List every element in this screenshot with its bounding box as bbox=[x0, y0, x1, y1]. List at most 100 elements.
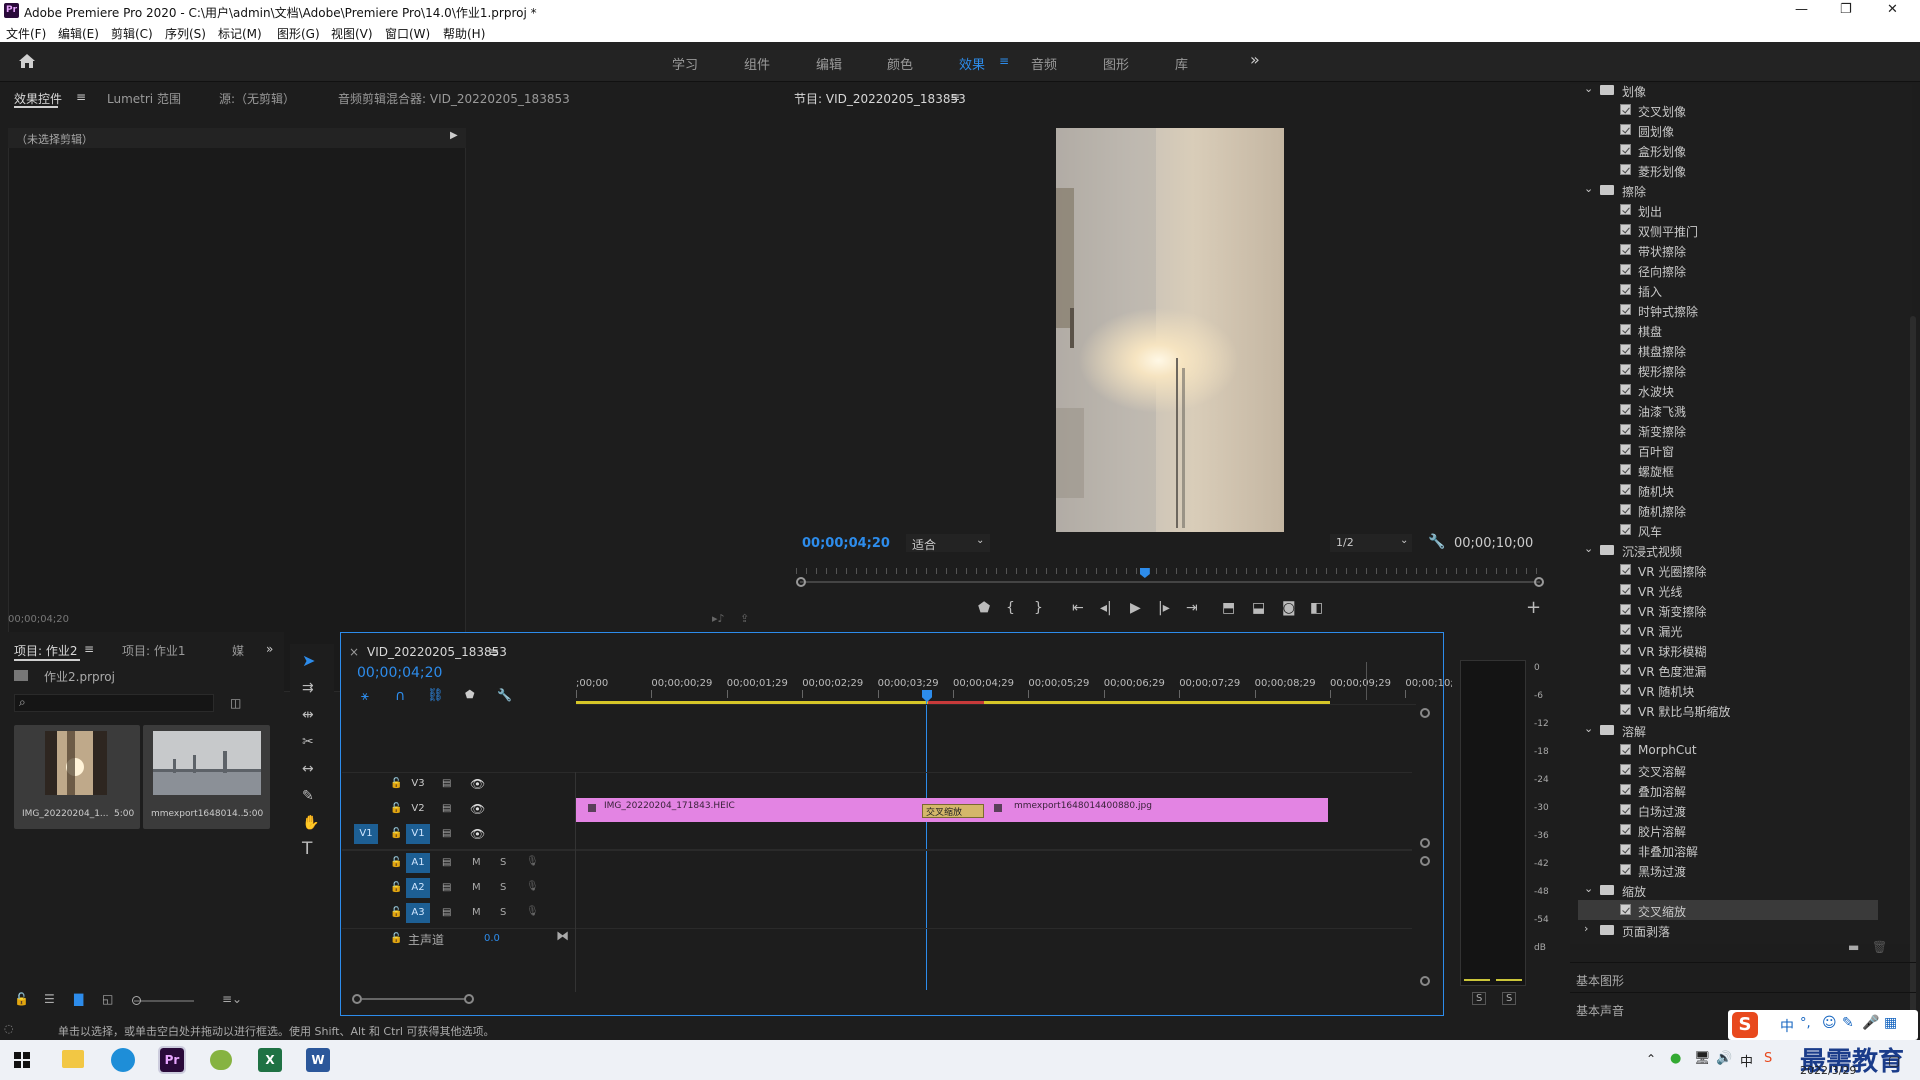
chevron-down-icon[interactable]: ⌄ bbox=[1584, 722, 1593, 735]
menu-sequence[interactable]: 序列(S) bbox=[165, 25, 206, 42]
tab-libraries[interactable]: 库 bbox=[1175, 54, 1188, 73]
type-tool-icon[interactable]: T bbox=[302, 840, 312, 858]
clip-mmexport[interactable]: mmexport1648014400880.jpg bbox=[992, 798, 1328, 822]
tray-chevron-icon[interactable]: ⌃ bbox=[1646, 1052, 1656, 1066]
home-icon[interactable] bbox=[18, 53, 36, 69]
ime-punct-icon[interactable]: °, bbox=[1800, 1016, 1811, 1031]
effect-item[interactable]: 非叠加溶解 bbox=[1578, 840, 1878, 860]
master-volume-value[interactable]: 0.0 bbox=[484, 933, 500, 944]
track-lock-icon[interactable]: 🔓 bbox=[390, 803, 402, 814]
menu-file[interactable]: 文件(F) bbox=[6, 25, 46, 42]
clip-img-heic[interactable]: IMG_20220204_171843.HEIC bbox=[576, 798, 924, 822]
selection-tool-icon[interactable]: ➤ bbox=[302, 652, 315, 670]
effect-item[interactable]: 随机擦除 bbox=[1578, 500, 1878, 520]
effect-item[interactable]: 交叉溶解 bbox=[1578, 760, 1878, 780]
pen-tool-icon[interactable]: ✎ bbox=[302, 787, 314, 805]
monitor-scrubber[interactable] bbox=[796, 568, 1544, 592]
tab-color[interactable]: 颜色 bbox=[887, 54, 913, 73]
zoom-slider-handle[interactable] bbox=[132, 996, 141, 1005]
timeline-settings-icon[interactable]: 🔧 bbox=[497, 688, 512, 702]
ime-emoji-icon[interactable]: ☺ bbox=[1822, 1015, 1837, 1031]
chevron-down-icon[interactable]: ⌄ bbox=[1584, 82, 1593, 95]
toggle-output-eye-icon[interactable]: 👁 bbox=[470, 777, 485, 791]
effect-item[interactable]: 插入 bbox=[1578, 280, 1878, 300]
effect-item[interactable]: 圆划像 bbox=[1578, 120, 1878, 140]
maximize-button[interactable]: ❐ bbox=[1840, 2, 1852, 17]
track-select-tool-icon[interactable]: ⇉ bbox=[302, 679, 314, 697]
tab-assembly[interactable]: 组件 bbox=[744, 54, 770, 73]
tab-project-1[interactable]: 项目: 作业1 bbox=[122, 642, 186, 659]
volume-icon[interactable]: 🔊 bbox=[1716, 1051, 1732, 1066]
effect-item[interactable]: 带状擦除 bbox=[1578, 240, 1878, 260]
track-lock-icon[interactable]: 🔓 bbox=[390, 907, 402, 918]
scrubber-out-handle[interactable] bbox=[1534, 577, 1544, 587]
mark-out-icon[interactable]: } bbox=[1034, 599, 1043, 617]
menu-help[interactable]: 帮助(H) bbox=[443, 25, 485, 42]
tab-effect-controls[interactable]: 效果控件 bbox=[14, 90, 62, 107]
wrench-icon[interactable]: 🔧 bbox=[1428, 534, 1445, 550]
sequence-menu-icon[interactable]: ≡ bbox=[489, 645, 499, 659]
master-expand-icon[interactable]: ⧓ bbox=[556, 929, 569, 944]
meter-solo-left[interactable]: S bbox=[1472, 992, 1487, 1005]
trash-icon[interactable]: 🗑 bbox=[1872, 940, 1887, 954]
voiceover-record-icon[interactable]: 🎙 bbox=[526, 906, 539, 917]
tab-learn[interactable]: 学习 bbox=[672, 54, 698, 73]
track-target-a2[interactable]: A2 bbox=[406, 878, 430, 898]
tab-editing[interactable]: 编辑 bbox=[816, 54, 842, 73]
menu-window[interactable]: 窗口(W) bbox=[385, 25, 430, 42]
hand-tool-icon[interactable]: ✋ bbox=[302, 814, 319, 832]
menu-marker[interactable]: 标记(M) bbox=[218, 25, 262, 42]
close-button[interactable]: ✕ bbox=[1887, 2, 1898, 17]
add-marker-icon[interactable]: ⬟ bbox=[465, 688, 475, 701]
essential-graphics-header[interactable]: 基本图形 bbox=[1576, 972, 1624, 989]
effect-item[interactable]: 白场过渡 bbox=[1578, 800, 1878, 820]
export-icon[interactable]: ⇪ bbox=[740, 612, 749, 625]
track-lock-icon[interactable]: 🔓 bbox=[390, 933, 402, 944]
program-menu-icon[interactable]: ≡ bbox=[950, 90, 960, 104]
effect-item[interactable]: 黑场过渡 bbox=[1578, 860, 1878, 880]
notification-icon[interactable]: ▢ bbox=[1888, 1054, 1900, 1069]
edge-icon[interactable] bbox=[111, 1048, 135, 1072]
extract-icon[interactable]: ⬓ bbox=[1252, 599, 1265, 617]
list-view-icon[interactable]: ☰ bbox=[44, 992, 55, 1006]
track-lock-icon[interactable]: 🔓 bbox=[390, 828, 402, 839]
go-to-out-icon[interactable]: ⇥ bbox=[1186, 599, 1198, 617]
effect-item[interactable]: 径向擦除 bbox=[1578, 260, 1878, 280]
lift-icon[interactable]: ⬒ bbox=[1222, 599, 1235, 617]
track-target-v1[interactable]: V1 bbox=[406, 824, 430, 844]
mark-in-icon[interactable]: { bbox=[1006, 599, 1015, 617]
effect-item[interactable]: 楔形擦除 bbox=[1578, 360, 1878, 380]
menu-edit[interactable]: 编辑(E) bbox=[58, 25, 99, 42]
mute-track-button[interactable]: M bbox=[472, 882, 481, 893]
network-icon[interactable]: 🖥 bbox=[1694, 1051, 1711, 1066]
tab-source[interactable]: 源:（无剪辑） bbox=[219, 90, 295, 107]
effect-item[interactable]: 叠加溶解 bbox=[1578, 780, 1878, 800]
track-target-v3[interactable]: V3 bbox=[406, 774, 430, 794]
effect-item[interactable]: 百叶窗 bbox=[1578, 440, 1878, 460]
play-icon[interactable]: ▶ bbox=[1130, 599, 1141, 617]
effect-item[interactable]: VR 漏光 bbox=[1578, 620, 1878, 640]
add-marker-icon[interactable]: ⬟ bbox=[978, 599, 990, 617]
sync-lock-icon[interactable]: ▤ bbox=[442, 828, 451, 839]
sort-icon[interactable]: ≡⌄ bbox=[222, 992, 242, 1006]
effect-item[interactable]: 划出 bbox=[1578, 200, 1878, 220]
project-search-input[interactable]: ⌕ bbox=[14, 694, 214, 712]
excel-icon[interactable]: X bbox=[258, 1048, 282, 1072]
effect-item[interactable]: 水波块 bbox=[1578, 380, 1878, 400]
nest-icon[interactable]: ⚹ bbox=[361, 689, 369, 704]
effects-menu-icon[interactable]: ≡ bbox=[999, 54, 1009, 68]
effects-folder[interactable]: ⌄ 沉浸式视频 bbox=[1578, 540, 1878, 560]
toggle-output-eye-icon[interactable]: 👁 bbox=[470, 802, 485, 816]
solo-track-button[interactable]: S bbox=[500, 882, 506, 893]
mute-track-button[interactable]: M bbox=[472, 907, 481, 918]
expand-arrow-icon[interactable]: ▶ bbox=[450, 130, 458, 141]
track-lock-icon[interactable]: 🔓 bbox=[390, 882, 402, 893]
mute-track-button[interactable]: M bbox=[472, 857, 481, 868]
effect-item[interactable]: 盒形划像 bbox=[1578, 140, 1878, 160]
program-monitor-title[interactable]: 节目: VID_20220205_183853 bbox=[794, 90, 966, 107]
solo-track-button[interactable]: S bbox=[500, 857, 506, 868]
sync-lock-icon[interactable]: ▤ bbox=[442, 857, 451, 868]
effect-item[interactable]: VR 随机块 bbox=[1578, 680, 1878, 700]
effect-item[interactable]: MorphCut bbox=[1578, 740, 1878, 760]
track-target-a1[interactable]: A1 bbox=[406, 853, 430, 873]
